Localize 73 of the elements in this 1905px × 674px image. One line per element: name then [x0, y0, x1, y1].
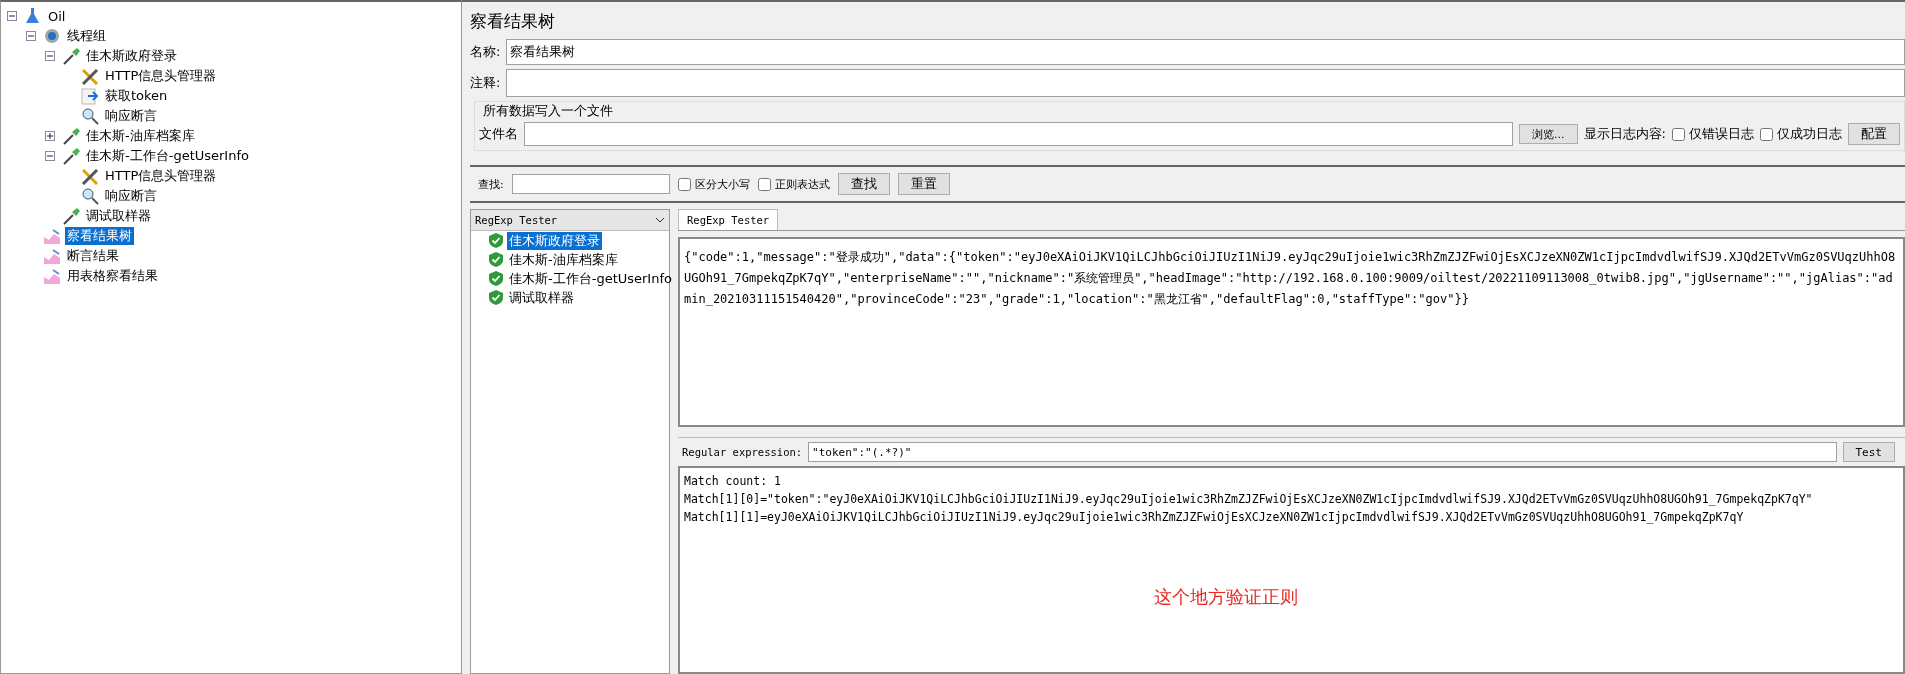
annotation-text: 这个地方验证正则: [1154, 588, 1299, 606]
tree-item[interactable]: HTTP信息头管理器: [103, 67, 219, 85]
renderer-dropdown[interactable]: RegExp Tester: [471, 210, 669, 231]
search-field[interactable]: [511, 174, 670, 194]
checkbox[interactable]: [677, 177, 691, 191]
file-field[interactable]: [524, 122, 1514, 146]
search-label: 查找:: [478, 176, 504, 192]
tree-item[interactable]: 响应断言: [103, 187, 159, 205]
result-item[interactable]: 佳木斯-油库档案库: [507, 250, 620, 269]
dropper-icon: [61, 147, 81, 165]
collapse-icon[interactable]: [7, 11, 17, 21]
result-item[interactable]: 调试取样器: [507, 288, 576, 307]
name-field[interactable]: 察看结果树: [506, 39, 1905, 65]
comment-field[interactable]: [506, 69, 1905, 97]
expand-icon[interactable]: [45, 131, 55, 141]
group-title: 所有数据写入一个文件: [483, 102, 614, 120]
test-button[interactable]: Test: [1842, 442, 1895, 462]
tree-item[interactable]: 佳木斯-油库档案库: [84, 127, 197, 145]
tree-item[interactable]: 断言结果: [65, 247, 121, 265]
magnifier-icon: [80, 107, 100, 125]
collapse-icon[interactable]: [45, 51, 55, 61]
regex-label: Regular expression:: [682, 446, 803, 458]
shield-icon: [489, 271, 503, 286]
tree-item[interactable]: 察看结果树: [65, 227, 134, 245]
search-button[interactable]: 重置: [897, 173, 950, 195]
match-line: Match[1][0]="token":"eyJ0eXAiOiJKV1QiLCJhbGciOiJIUzI1NiJ9.eyJqc29uIjoie1wic3RhZmZJZFwiOjEsXCJzeXN0ZW1cIjpcImdvdlwifSJ9.XJQd2ETvVmGz0SVUqzUhhO8UGOh91_7GmpekqZpK7qY": [684, 491, 1814, 508]
tools-icon: [80, 167, 100, 185]
shield-icon: [489, 233, 503, 248]
tree-item[interactable]: Oil: [46, 8, 68, 24]
dropper-icon: [61, 127, 81, 145]
field-label: 名称:: [470, 43, 501, 61]
regex-field[interactable]: "token":"(.*?)": [808, 442, 1837, 462]
arrow-icon: [80, 87, 100, 105]
shield-icon: [489, 252, 503, 267]
result-item[interactable]: 佳木斯-工作台-getUserInfo: [507, 269, 674, 288]
collapse-icon[interactable]: [45, 151, 55, 161]
tree-item[interactable]: 线程组: [65, 27, 108, 45]
checkbox[interactable]: [1760, 127, 1773, 141]
log-label: 显示日志内容:: [1583, 125, 1666, 143]
field-label: 文件名: [479, 125, 518, 143]
response-text: {"code":1,"message":"登录成功","data":{"token":"eyJ0eXAiOiJKV1QiLCJhbGciOiJIUzI1NiJ9.eyJqc29uIjoie1wic3RhZmZJZFwiOjEsXCJzeXN0ZW1cIjpcImdvdlwifSJ9.XJQd2ETvVmGz0SVUqzUhhO8UGOh91_7GmpekqZpK7qY","enterpriseName":"","nickname":"系统管理员","headImage":"http://192.168.0.100:9009/oiltest/20221109113008_0twib8.jpg","jgUsername":"","jgAlias":"admin_20210311151540420","provinceCode":"23","grade":1,"location":"黑龙江省","defaultFlag":0,"staffType":"gov"}}: [678, 237, 1905, 427]
checkbox-label: 正则表达式: [774, 176, 830, 192]
tree-item[interactable]: 用表格察看结果: [65, 267, 160, 285]
shield-icon: [489, 290, 503, 305]
magnifier-icon: [80, 187, 100, 205]
checkbox[interactable]: [1672, 127, 1685, 141]
browse-button[interactable]: 浏览...: [1519, 124, 1578, 144]
chart-icon: [42, 227, 62, 245]
collapse-icon[interactable]: [26, 31, 36, 41]
result-item[interactable]: 佳木斯政府登录: [507, 231, 602, 250]
match-line: Match[1][1]=eyJ0eXAiOiJKV1QiLCJhbGciOiJIUzI1NiJ9.eyJqc29uIjoie1wic3RhZmZJZFwiOjEsXCJzeXN0ZW1cIjpcImdvdlwifSJ9.XJQd2ETvVmGz0SVUqzUhhO8UGOh91_7GmpekqZpK7qY: [684, 509, 1745, 526]
chart-icon: [42, 267, 62, 285]
field-label: 注释:: [470, 74, 501, 92]
view-tab[interactable]: RegExp Tester: [678, 209, 779, 230]
tree-item[interactable]: HTTP信息头管理器: [103, 167, 219, 185]
chevron-icon: [655, 217, 665, 223]
checkbox-label: 仅错误日志: [1689, 125, 1754, 143]
checkbox[interactable]: [757, 177, 771, 191]
chart-icon: [42, 247, 62, 265]
tree-item[interactable]: 响应断言: [103, 107, 159, 125]
match-line: Match count: 1: [684, 473, 782, 490]
config-button[interactable]: 配置: [1848, 123, 1900, 145]
tree-item[interactable]: 获取token: [103, 87, 170, 105]
checkbox-label: 仅成功日志: [1777, 125, 1842, 143]
tools-icon: [80, 67, 100, 85]
dropper-icon: [61, 47, 81, 65]
tree-item[interactable]: 佳木斯政府登录: [84, 47, 179, 65]
search-button[interactable]: 查找: [837, 173, 890, 195]
tree-item[interactable]: 调试取样器: [84, 207, 153, 225]
dropper-icon: [61, 207, 81, 225]
tree-item[interactable]: 佳木斯-工作台-getUserInfo: [84, 147, 251, 165]
panel-title: 察看结果树: [470, 10, 556, 33]
checkbox-label: 区分大小写: [694, 176, 750, 192]
